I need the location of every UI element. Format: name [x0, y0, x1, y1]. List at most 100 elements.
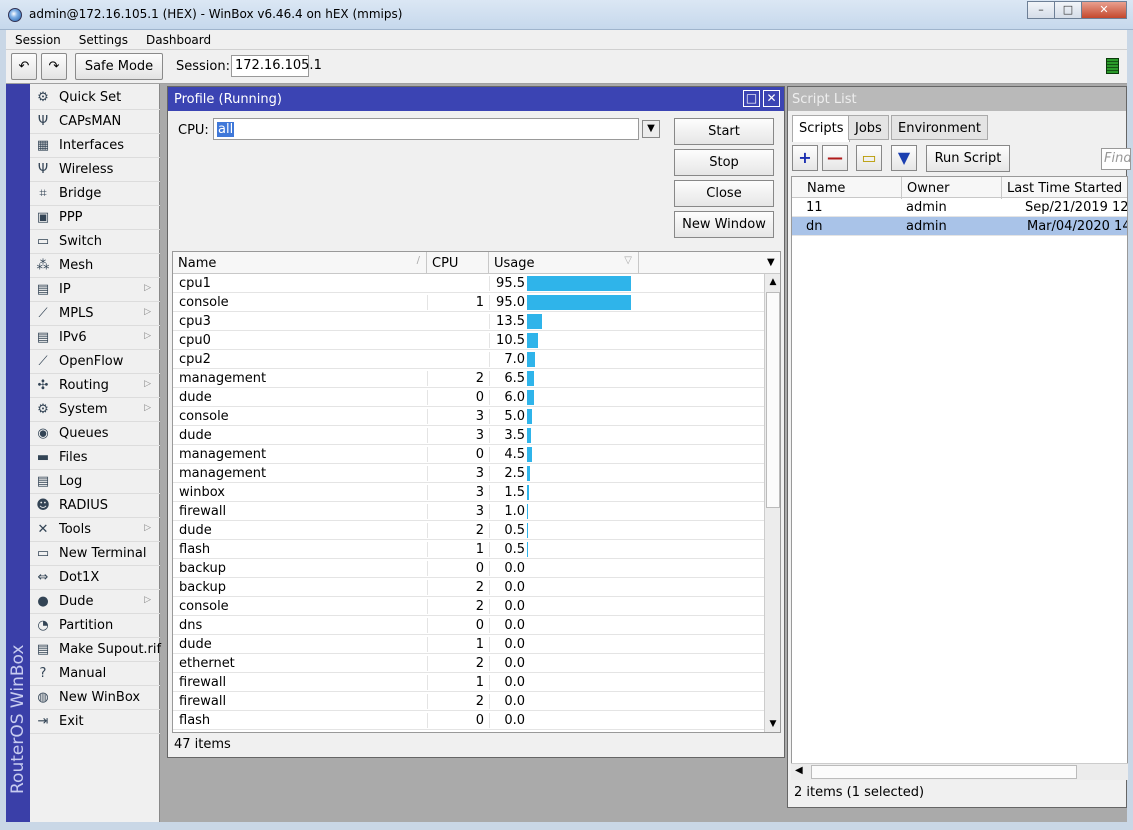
table-row[interactable]: dude 2 0.5: [173, 521, 764, 540]
profile-window-titlebar[interactable]: Profile (Running) □ ✕: [168, 87, 784, 111]
sidebar-item-dot1x[interactable]: ⇔ Dot1X: [30, 566, 160, 590]
table-row[interactable]: ethernet 2 0.0: [173, 654, 764, 673]
table-row[interactable]: firewall 3 1.0: [173, 502, 764, 521]
script-list-titlebar[interactable]: Script List: [788, 87, 1126, 111]
sidebar-item-openflow[interactable]: ⟋ OpenFlow: [30, 350, 160, 374]
scroll-down-icon[interactable]: ▼: [765, 716, 780, 732]
scroll-thumb[interactable]: [766, 292, 780, 508]
start-button[interactable]: Start: [674, 118, 774, 145]
profile-scrollbar[interactable]: ▲ ▼: [764, 274, 780, 732]
table-row[interactable]: dude 0 6.0: [173, 388, 764, 407]
menu-settings[interactable]: Settings: [70, 30, 137, 49]
sidebar-item-radius[interactable]: ☻ RADIUS: [30, 494, 160, 518]
menu-session[interactable]: Session: [6, 30, 70, 49]
tab-jobs[interactable]: Jobs: [848, 115, 889, 140]
sidebar-item-winbox[interactable]: ◍ New WinBox: [30, 686, 160, 710]
table-row[interactable]: winbox 3 1.5: [173, 483, 764, 502]
hscroll-thumb[interactable]: [811, 765, 1077, 779]
table-row[interactable]: cpu2 7.0: [173, 350, 764, 369]
sidebar-item-ip[interactable]: ▤ IP ▷: [30, 278, 160, 302]
sidebar-item-ppp[interactable]: ▣ PPP: [30, 206, 160, 230]
sidebar-item-queues[interactable]: ◉ Queues: [30, 422, 160, 446]
sidebar-item-tools[interactable]: ✕ Tools ▷: [30, 518, 160, 542]
sidebar-item-wireless[interactable]: Ψ Wireless: [30, 158, 160, 182]
table-row[interactable]: management 0 4.5: [173, 445, 764, 464]
sidebar-item-terminal[interactable]: ▭ New Terminal: [30, 542, 160, 566]
table-row[interactable]: dns 0 0.0: [173, 616, 764, 635]
table-row[interactable]: dude 3 3.5: [173, 426, 764, 445]
safe-mode-button[interactable]: Safe Mode: [75, 53, 163, 80]
table-row[interactable]: management 3 2.5: [173, 464, 764, 483]
filter-button[interactable]: ▼: [891, 145, 917, 171]
sidebar-item-switch[interactable]: ▭ Switch: [30, 230, 160, 254]
run-script-button[interactable]: Run Script: [926, 145, 1010, 172]
cpu-select[interactable]: all: [213, 118, 639, 140]
restore-window-button[interactable]: □: [743, 90, 760, 107]
sidebar-item-ipv6[interactable]: ▤ IPv6 ▷: [30, 326, 160, 350]
table-row[interactable]: flash 0 0.0: [173, 711, 764, 730]
close-button[interactable]: Close: [674, 180, 774, 207]
table-row[interactable]: management 2 6.5: [173, 369, 764, 388]
table-row[interactable]: firewall 2 0.0: [173, 692, 764, 711]
script-hscrollbar[interactable]: ◀: [791, 763, 1128, 780]
script-row[interactable]: 11 admin Sep/21/2019 12:5: [792, 198, 1127, 217]
tab-scripts[interactable]: Scripts: [792, 115, 851, 142]
script-row-selected[interactable]: dn admin Mar/04/2020 14:4: [792, 217, 1127, 236]
remove-button[interactable]: —: [822, 145, 848, 171]
table-row[interactable]: dude 1 0.0: [173, 635, 764, 654]
process-usage: 0.0: [489, 713, 525, 728]
sidebar-item-routing[interactable]: ✣ Routing ▷: [30, 374, 160, 398]
new-window-button[interactable]: New Window: [674, 211, 774, 238]
close-profile-button[interactable]: ✕: [763, 90, 780, 107]
sidebar-item-bridge[interactable]: ⌗ Bridge: [30, 182, 160, 206]
sidebar-item-system[interactable]: ⚙ System ▷: [30, 398, 160, 422]
cpu-dropdown-button[interactable]: ▼: [642, 120, 660, 138]
scroll-left-icon[interactable]: ◀: [795, 765, 803, 776]
sidebar-item-mpls[interactable]: ⟋ MPLS ▷: [30, 302, 160, 326]
table-row[interactable]: console 1 95.0: [173, 293, 764, 312]
table-row[interactable]: cpu3 13.5: [173, 312, 764, 331]
column-header-owner[interactable]: Owner: [902, 177, 1002, 199]
column-header-script-name[interactable]: Name: [802, 177, 902, 199]
column-menu-button[interactable]: ▼: [764, 252, 780, 274]
maximize-button[interactable]: □: [1054, 1, 1082, 19]
table-row[interactable]: firewall 1 0.0: [173, 673, 764, 692]
sidebar-item-capsman[interactable]: Ψ CAPsMAN: [30, 110, 160, 134]
close-window-button[interactable]: ✕: [1081, 1, 1127, 19]
column-header-last-started[interactable]: Last Time Started: [1002, 177, 1127, 199]
sidebar-item-dude[interactable]: ● Dude ▷: [30, 590, 160, 614]
scroll-up-icon[interactable]: ▲: [765, 274, 780, 290]
process-cpu: 2: [427, 599, 487, 614]
sidebar-item-quick-set[interactable]: ⚙ Quick Set: [30, 86, 160, 110]
stop-button[interactable]: Stop: [674, 149, 774, 176]
table-row[interactable]: console 2 0.0: [173, 597, 764, 616]
sidebar-item-supout[interactable]: ▤ Make Supout.rif: [30, 638, 161, 662]
sidebar-item-files[interactable]: ▬ Files: [30, 446, 160, 470]
comment-button[interactable]: ▭: [856, 145, 882, 171]
column-header-name[interactable]: Name /: [173, 252, 427, 274]
redo-button[interactable]: ↷: [41, 53, 67, 80]
table-row[interactable]: backup 2 0.0: [173, 578, 764, 597]
add-button[interactable]: +: [792, 145, 818, 171]
column-header-usage[interactable]: Usage ▽: [489, 252, 639, 274]
table-row[interactable]: cpu1 95.5: [173, 274, 764, 293]
sidebar-item-manual[interactable]: ? Manual: [30, 662, 160, 686]
menu-dashboard[interactable]: Dashboard: [137, 30, 220, 49]
supout-icon: ▤: [36, 642, 50, 657]
find-input[interactable]: Find: [1101, 148, 1131, 170]
column-header-cpu[interactable]: CPU: [427, 252, 489, 274]
session-field[interactable]: 172.16.105.1: [231, 55, 322, 77]
table-row[interactable]: backup 0 0.0: [173, 559, 764, 578]
table-row[interactable]: flash 1 0.5: [173, 540, 764, 559]
sidebar-item-interfaces[interactable]: ▦ Interfaces: [30, 134, 160, 158]
sidebar-item-mesh[interactable]: ⁂ Mesh: [30, 254, 160, 278]
undo-button[interactable]: ↶: [11, 53, 37, 80]
tab-environment[interactable]: Environment: [891, 115, 989, 140]
manual-icon: ?: [39, 666, 47, 681]
sidebar-item-log[interactable]: ▤ Log: [30, 470, 160, 494]
sidebar-item-partition[interactable]: ◔ Partition: [30, 614, 160, 638]
table-row[interactable]: console 3 5.0: [173, 407, 764, 426]
sidebar-item-exit[interactable]: ⇥ Exit: [30, 710, 160, 734]
minimize-button[interactable]: –: [1027, 1, 1055, 19]
table-row[interactable]: cpu0 10.5: [173, 331, 764, 350]
